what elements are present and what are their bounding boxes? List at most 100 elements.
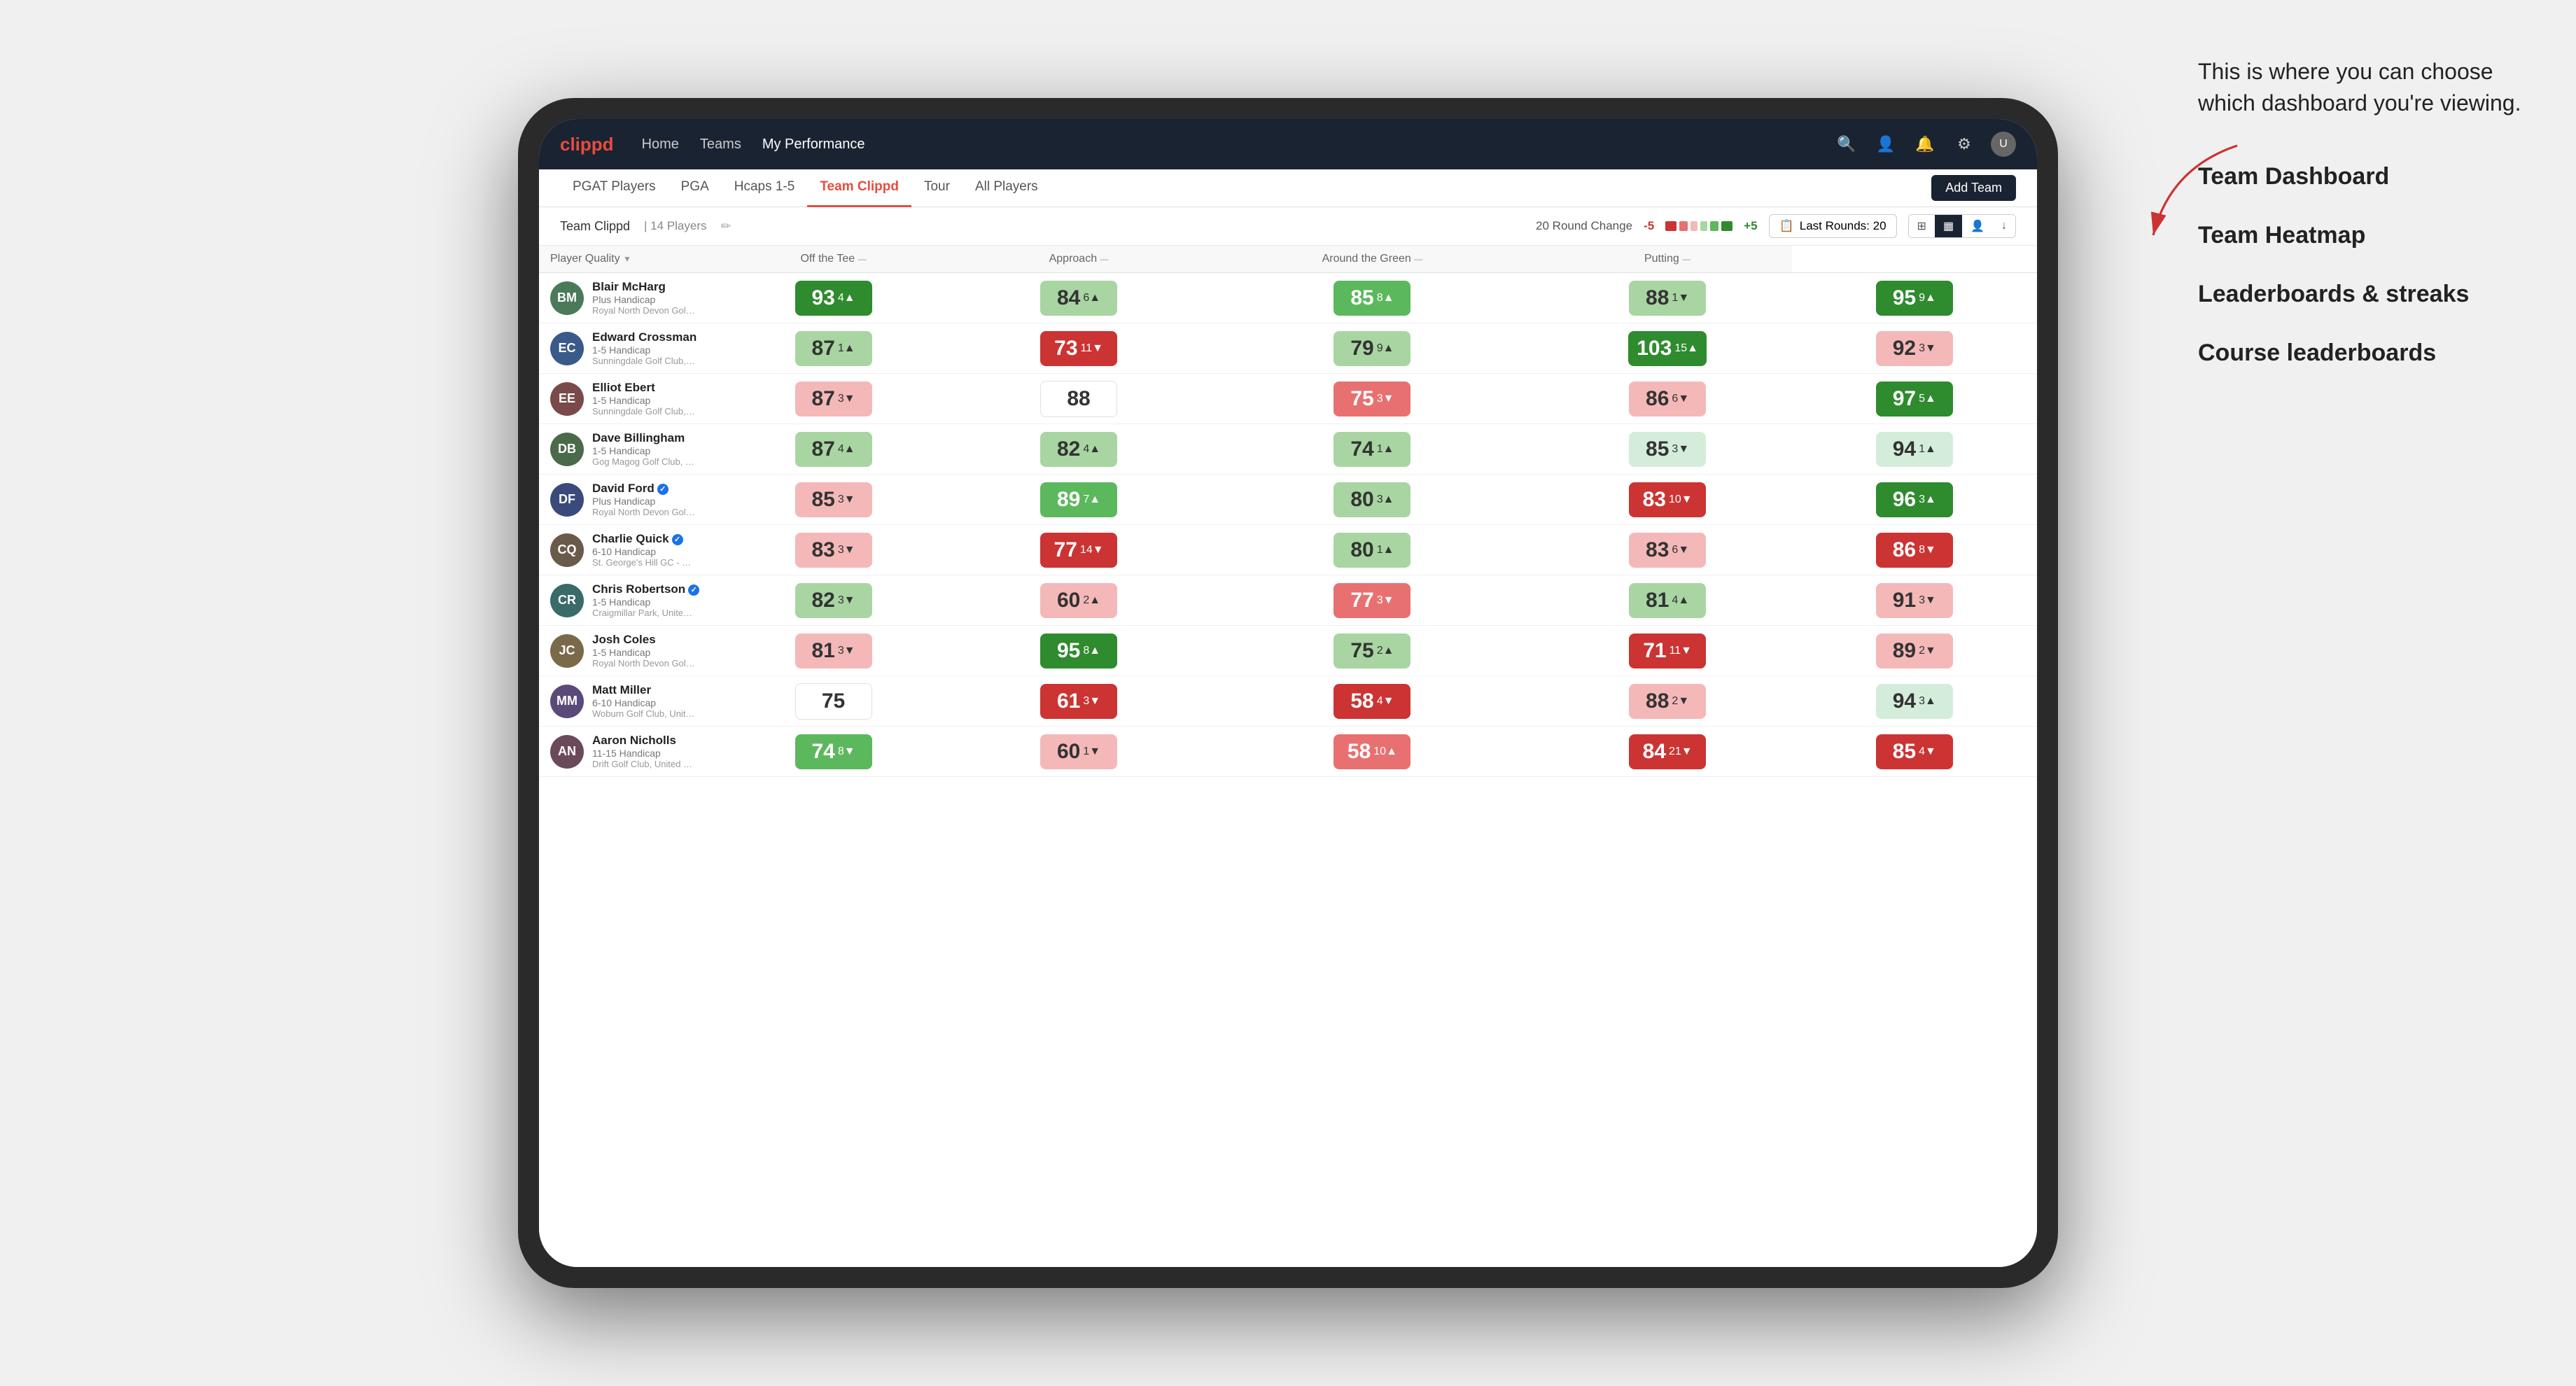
score-box[interactable]: 77 3▼ [1334,583,1410,618]
score-box[interactable]: 85 3▼ [1629,432,1706,467]
score-box[interactable]: 89 2▼ [1876,634,1953,668]
score-delta: 4▲ [1672,594,1689,607]
score-box[interactable]: 83 10▼ [1629,482,1706,517]
player-avatar: EE [550,382,584,416]
player-info-cell[interactable]: DF David Ford✓ Plus Handicap Royal North… [539,475,710,524]
player-info-cell[interactable]: AN Aaron Nicholls 11-15 Handicap Drift G… [539,727,710,776]
score-box[interactable]: 75 2▲ [1334,634,1410,668]
player-info-cell[interactable]: CR Chris Robertson✓ 1-5 Handicap Craigmi… [539,575,710,625]
score-box[interactable]: 95 8▲ [1040,634,1117,668]
score-box[interactable]: 84 6▲ [1040,281,1117,316]
score-box[interactable]: 74 8▼ [795,734,872,769]
bell-icon[interactable]: 🔔 [1912,132,1938,157]
player-info-cell[interactable]: EC Edward Crossman 1-5 Handicap Sunningd… [539,323,710,373]
score-box[interactable]: 97 5▲ [1876,382,1953,416]
edit-icon[interactable]: ✏ [721,219,732,234]
score-box[interactable]: 95 9▲ [1876,281,1953,316]
score-cell-7-1: 95 8▲ [956,626,1201,676]
score-box[interactable]: 103 15▲ [1628,331,1707,366]
score-box[interactable]: 92 3▼ [1876,331,1953,366]
score-box[interactable]: 80 3▲ [1334,482,1410,517]
score-box[interactable]: 88 1▼ [1629,281,1706,316]
score-box[interactable]: 79 9▲ [1334,331,1410,366]
score-box[interactable]: 89 7▲ [1040,482,1117,517]
score-box[interactable]: 82 3▼ [795,583,872,618]
nav-home[interactable]: Home [642,134,679,155]
score-box[interactable]: 71 11▼ [1629,634,1706,668]
score-box[interactable]: 73 11▼ [1040,331,1117,366]
score-cell-3-4: 94 1▲ [1792,424,2037,475]
score-box[interactable]: 85 8▲ [1334,281,1410,316]
score-box[interactable]: 61 3▼ [1040,684,1117,719]
score-box[interactable]: 83 6▼ [1629,533,1706,568]
player-info-cell[interactable]: CQ Charlie Quick✓ 6-10 Handicap St. Geor… [539,525,710,575]
subnav-team-clippd[interactable]: Team Clippd [807,169,911,207]
team-header-row: Team Clippd | 14 Players ✏ 20 Round Chan… [539,207,2037,246]
score-value: 81 [1646,589,1669,612]
score-box[interactable]: 58 10▲ [1334,734,1410,769]
score-cell-1-0: 87 1▲ [710,323,956,374]
view-person-btn[interactable]: 👤 [1962,215,1993,237]
search-icon[interactable]: 🔍 [1834,132,1859,157]
score-box[interactable]: 60 1▼ [1040,734,1117,769]
view-grid-btn[interactable]: ⊞ [1909,215,1935,237]
nav-my-performance[interactable]: My Performance [762,134,865,155]
player-info-cell[interactable]: EE Elliot Ebert 1-5 Handicap Sunningdale… [539,374,710,424]
score-box[interactable]: 85 3▼ [795,482,872,517]
view-download-btn[interactable]: ↓ [1993,215,2015,237]
player-name: David Ford✓ [592,482,699,496]
nav-teams[interactable]: Teams [700,134,741,155]
score-cell-6-1: 60 2▲ [956,575,1201,626]
score-box[interactable]: 83 3▼ [795,533,872,568]
player-name: Elliot Ebert [592,381,699,395]
profile-icon[interactable]: 👤 [1873,132,1898,157]
user-avatar[interactable]: U [1991,132,2016,157]
score-cell-1-4: 92 3▼ [1792,323,2037,374]
score-box[interactable]: 94 3▲ [1876,684,1953,719]
settings-icon[interactable]: ⚙ [1952,132,1977,157]
player-info: Dave Billingham 1-5 Handicap Gog Magog G… [592,431,699,467]
subnav-pgat[interactable]: PGAT Players [560,169,668,207]
add-team-button[interactable]: Add Team [1931,175,2016,201]
view-heatmap-btn[interactable]: ▦ [1935,215,1962,237]
score-value: 74 [1350,438,1373,461]
subnav-tour[interactable]: Tour [911,169,962,207]
score-box[interactable]: 82 4▲ [1040,432,1117,467]
score-box[interactable]: 58 4▼ [1334,684,1410,719]
score-box[interactable]: 75 [795,683,872,720]
score-box[interactable]: 96 3▲ [1876,482,1953,517]
score-box[interactable]: 86 6▼ [1629,382,1706,416]
player-cell-0: BM Blair McHarg Plus Handicap Royal Nort… [539,273,710,323]
score-box[interactable]: 87 3▼ [795,382,872,416]
subnav-hcaps[interactable]: Hcaps 1-5 [722,169,808,207]
player-info-cell[interactable]: MM Matt Miller 6-10 Handicap Woburn Golf… [539,676,710,726]
last-rounds-button[interactable]: 📋 Last Rounds: 20 [1769,214,1897,238]
score-box[interactable]: 81 4▲ [1629,583,1706,618]
score-box[interactable]: 93 4▲ [795,281,872,316]
score-box[interactable]: 77 14▼ [1040,533,1117,568]
score-box[interactable]: 88 2▼ [1629,684,1706,719]
score-box[interactable]: 75 3▼ [1334,382,1410,416]
score-box[interactable]: 94 1▲ [1876,432,1953,467]
logo: clippd [560,134,614,155]
score-box[interactable]: 87 4▲ [795,432,872,467]
score-box[interactable]: 91 3▼ [1876,583,1953,618]
score-value: 88 [1067,387,1090,411]
player-handicap: 1-5 Handicap [592,395,699,406]
player-info-cell[interactable]: DB Dave Billingham 1-5 Handicap Gog Mago… [539,424,710,474]
score-box[interactable]: 84 21▼ [1629,734,1706,769]
score-box[interactable]: 86 8▼ [1876,533,1953,568]
player-info-cell[interactable]: JC Josh Coles 1-5 Handicap Royal North D… [539,626,710,676]
score-value: 86 [1893,538,1916,562]
score-box[interactable]: 85 4▼ [1876,734,1953,769]
score-box[interactable]: 74 1▲ [1334,432,1410,467]
sub-nav-links: PGAT Players PGA Hcaps 1-5 Team Clippd T… [560,169,1931,207]
player-info-cell[interactable]: BM Blair McHarg Plus Handicap Royal Nort… [539,273,710,323]
score-box[interactable]: 88 [1040,381,1117,417]
score-box[interactable]: 87 1▲ [795,331,872,366]
score-box[interactable]: 81 3▼ [795,634,872,668]
subnav-pga[interactable]: PGA [668,169,722,207]
subnav-all-players[interactable]: All Players [962,169,1051,207]
score-box[interactable]: 60 2▲ [1040,583,1117,618]
score-box[interactable]: 80 1▲ [1334,533,1410,568]
